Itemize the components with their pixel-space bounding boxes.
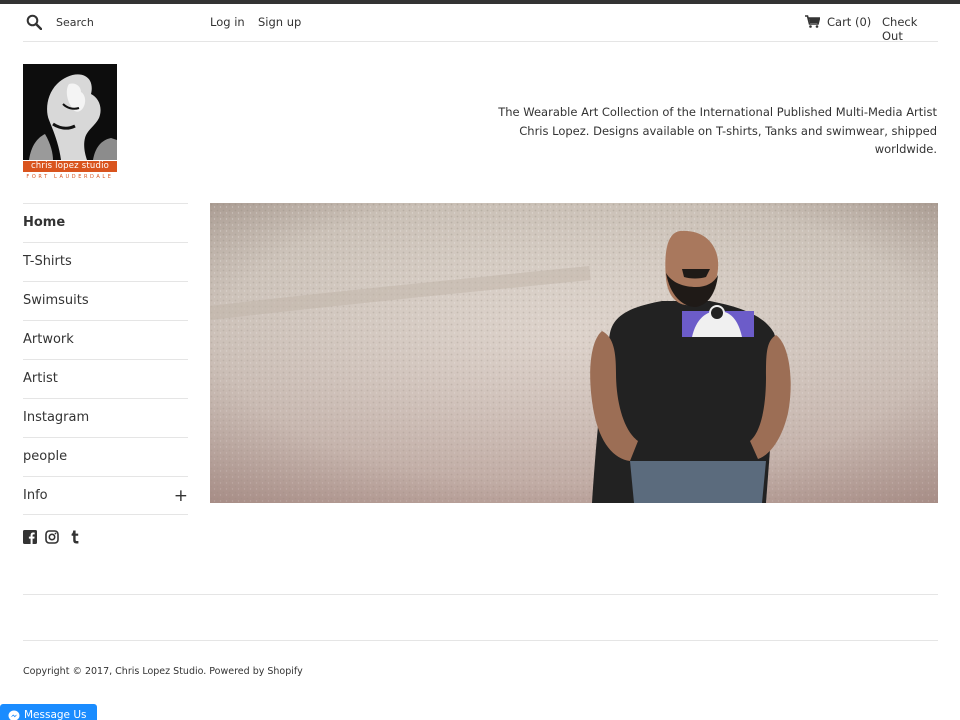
store-logo[interactable]: chris lopez studio FORT LAUDERDALE: [23, 64, 117, 182]
facebook-icon[interactable]: [23, 530, 37, 544]
logo-wordmark: chris lopez studio: [23, 161, 117, 172]
sidebar-item-label: T-Shirts: [23, 254, 72, 269]
instagram-icon[interactable]: [45, 530, 59, 544]
sidebar-item-label: Artwork: [23, 332, 74, 347]
checkout-link[interactable]: Check Out: [882, 15, 938, 43]
sidebar-item-people[interactable]: people: [23, 437, 188, 476]
sidebar-item-home[interactable]: Home: [23, 203, 188, 242]
sidebar-item-label: Instagram: [23, 410, 90, 425]
sidebar-item-label: Swimsuits: [23, 293, 89, 308]
footer-divider: [23, 640, 938, 641]
cart-icon[interactable]: [805, 15, 820, 28]
logo-image: [23, 64, 117, 160]
logo-portrait-graphic: [23, 64, 117, 160]
search-icon[interactable]: [26, 14, 42, 30]
copyright-text: Copyright © 2017, Chris Lopez Studio. Po…: [23, 666, 303, 677]
cart-link[interactable]: Cart (0): [827, 15, 871, 29]
sidebar-item-artwork[interactable]: Artwork: [23, 320, 188, 359]
search-input[interactable]: [56, 13, 206, 31]
hero-photo-graphic: [210, 203, 938, 503]
header: Log in Sign up Cart (0) Check Out: [23, 4, 938, 43]
sidebar-item-label: Artist: [23, 371, 58, 386]
hero-banner-image[interactable]: [210, 203, 938, 503]
logo-city: FORT LAUDERDALE: [26, 174, 114, 180]
sidebar-item-info[interactable]: Info +: [23, 476, 188, 515]
sidebar-item-swimsuits[interactable]: Swimsuits: [23, 281, 188, 320]
tumblr-icon[interactable]: [68, 530, 82, 544]
sidebar-nav: Home T-Shirts Swimsuits Artwork Artist I…: [23, 203, 188, 515]
sidebar-item-label: people: [23, 449, 68, 464]
messenger-label: Message Us: [24, 709, 87, 720]
sidebar-item-instagram[interactable]: Instagram: [23, 398, 188, 437]
signup-link[interactable]: Sign up: [258, 15, 301, 29]
sidebar-item-artist[interactable]: Artist: [23, 359, 188, 398]
sidebar-item-t-shirts[interactable]: T-Shirts: [23, 242, 188, 281]
expand-plus-icon[interactable]: +: [174, 477, 188, 515]
site-tagline: The Wearable Art Collection of the Inter…: [498, 105, 937, 156]
footer-divider: [23, 594, 938, 595]
sidebar-item-label: Info: [23, 488, 48, 503]
messenger-button[interactable]: Message Us: [0, 704, 97, 720]
login-link[interactable]: Log in: [210, 15, 245, 29]
sidebar-item-label: Home: [23, 215, 66, 230]
messenger-icon: [8, 710, 20, 720]
